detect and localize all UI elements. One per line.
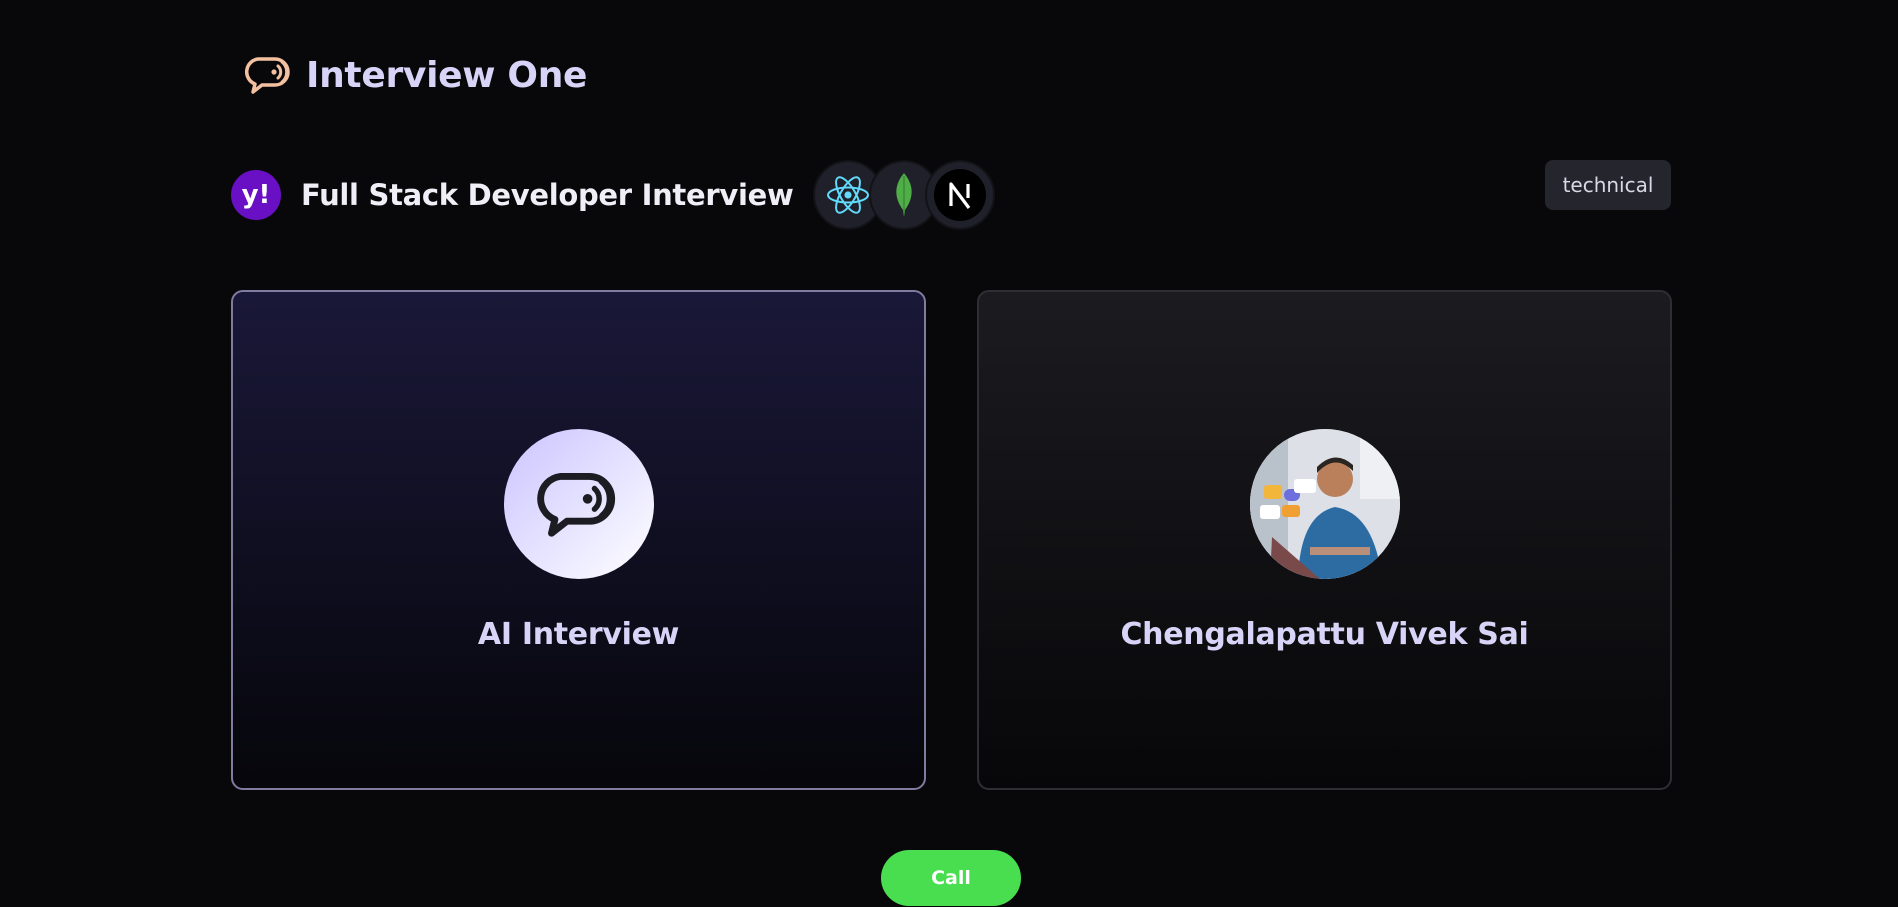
user-avatar [1249,428,1400,579]
interview-type-badge: technical [1545,160,1671,210]
user-card-label: Chengalapattu Vivek Sai [1120,616,1529,652]
interview-title: Full Stack Developer Interview [301,178,794,212]
chat-bubble-voice-icon [536,472,615,537]
user-card: Chengalapattu Vivek Sai [977,290,1672,790]
interview-header: y! Full Stack Developer Interview [231,160,996,230]
company-logo: y! [231,170,281,220]
brand-header[interactable]: Interview One [244,50,587,100]
app-title: Interview One [306,54,588,96]
call-button[interactable]: Call [881,850,1021,906]
nextjs-icon [925,160,996,230]
ai-interviewer-card: AI Interview [231,290,926,790]
tech-stack [813,160,996,230]
chat-bubble-voice-icon [245,57,290,94]
company-logo-text: y! [241,180,271,210]
user-photo [1249,428,1400,579]
ai-card-label: AI Interview [477,616,680,652]
ai-avatar [503,428,654,579]
interview-page: Interview One y! Full Stack Developer In… [0,0,1898,907]
